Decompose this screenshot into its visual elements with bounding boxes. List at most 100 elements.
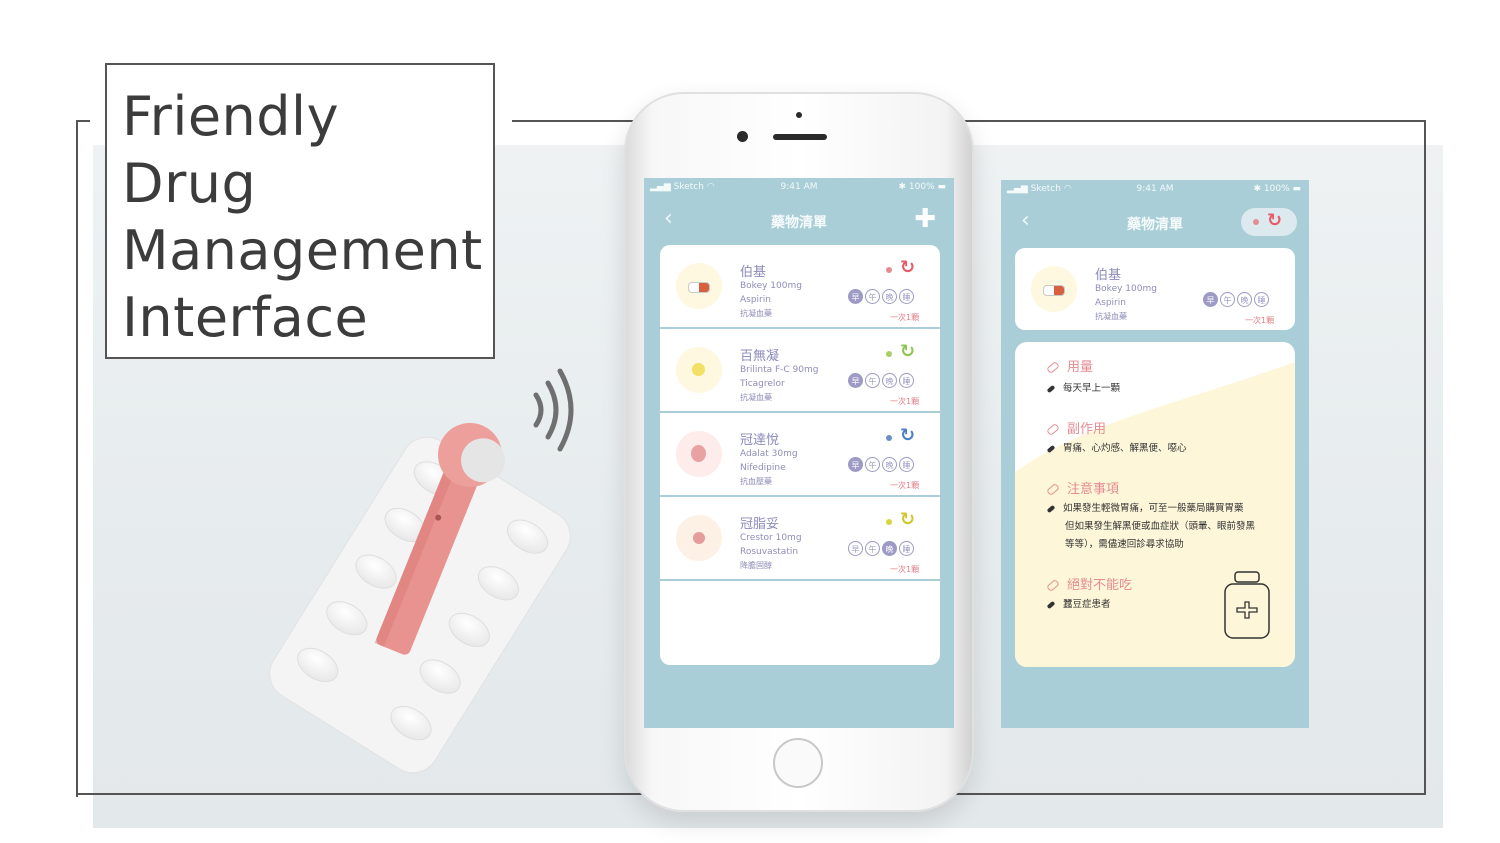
title-line: Friendly (122, 85, 340, 148)
dose-label: 一次1顆 (890, 565, 920, 574)
list-item[interactable]: 冠脂妥 Crestor 10mg Rosuvastatin 降膽固醇 ↻ 早午晚… (660, 497, 940, 581)
page-title: 藥物清單 (771, 215, 827, 231)
pill-bullet-icon (1046, 384, 1056, 393)
frame-line (1424, 120, 1426, 795)
time-slot-morning[interactable]: 早 (848, 541, 863, 556)
time-slot-evening[interactable]: 晚 (882, 457, 897, 472)
title-box: Friendly Drug Management Interface (105, 63, 495, 359)
drug-brand: Bokey 100mg (740, 281, 802, 291)
refresh-icon[interactable]: ↻ (900, 509, 915, 530)
time-slot-morning[interactable]: 早 (848, 457, 863, 472)
drug-brand: Brilinta F-C 90mg (740, 365, 819, 375)
phone-speaker (773, 134, 827, 140)
drug-generic: Ticagrelor (740, 379, 785, 389)
pill-bullet-icon (1046, 444, 1056, 453)
drug-generic: Aspirin (1095, 298, 1126, 308)
dose-label: 一次1顆 (890, 397, 920, 406)
pill-bullet-icon (1046, 504, 1056, 513)
refresh-icon[interactable]: ↻ (900, 257, 915, 278)
time-slot-evening[interactable]: 晚 (882, 541, 897, 556)
time-slot-noon[interactable]: 午 (865, 373, 880, 388)
phone-sensor (796, 112, 802, 118)
pill-bullet-icon (1046, 600, 1056, 609)
drug-name: 伯基 (740, 265, 767, 280)
section-text: 如果發生輕微胃痛，可至一般藥局購買胃藥 (1046, 500, 1244, 518)
list-item[interactable]: 百無凝 Brilinta F-C 90mg Ticagrelor 抗凝血藥 ↻ … (660, 329, 940, 413)
section-text: 蠶豆症患者 (1046, 596, 1111, 614)
drug-category: 抗凝血藥 (740, 309, 772, 318)
time-slot-noon[interactable]: 午 (865, 541, 880, 556)
pill-thumbnail (676, 431, 722, 477)
section-heading-notes: 注意事項 (1046, 478, 1119, 497)
title-line: Interface (122, 286, 369, 349)
section-heading-dosage: 用量 (1046, 356, 1093, 375)
drug-detail-screen: ▂▄▆ Sketch ◠ 9:41 AM ✱ 100% ▬ ‹ 藥物清單 ↻ 伯… (1001, 180, 1309, 728)
drug-name: 冠達悅 (740, 433, 780, 448)
pill-bullet-icon (1046, 422, 1060, 437)
battery-label: ✱ 100% ▬ (898, 182, 946, 192)
pill-thumbnail (676, 263, 722, 309)
time-slot-morning[interactable]: 早 (848, 373, 863, 388)
section-heading-side-effects: 副作用 (1046, 418, 1106, 437)
drug-category: 降膽固醇 (740, 561, 772, 570)
refresh-icon[interactable]: ↻ (900, 341, 915, 362)
pill-thumbnail (676, 347, 722, 393)
time-slot-evening[interactable]: 晚 (882, 373, 897, 388)
medicine-bottle-icon (1224, 571, 1270, 639)
status-dot (886, 435, 892, 441)
drug-category: 抗凝血藥 (1095, 312, 1127, 321)
drug-list-screen: ▂▄▆ Sketch ◠ 9:41 AM ✱ 100% ▬ ‹ 藥物清單 ✚ 伯… (644, 178, 954, 728)
drug-generic: Rosuvastatin (740, 547, 799, 557)
time-slot-bedtime[interactable]: 睡 (1254, 292, 1269, 307)
drug-brand: Adalat 30mg (740, 449, 798, 459)
battery-label: ✱ 100% ▬ (1253, 184, 1301, 194)
phone-camera (737, 131, 748, 142)
drug-generic: Nifedipine (740, 463, 786, 473)
time-slot-bedtime[interactable]: 睡 (899, 373, 914, 388)
drug-generic: Aspirin (740, 295, 771, 305)
time-slots: 早午晚睡 (848, 289, 914, 304)
status-dot (886, 351, 892, 357)
time-slot-evening[interactable]: 晚 (1237, 292, 1252, 307)
pill-thumbnail (676, 515, 722, 561)
list-item[interactable]: 冠達悅 Adalat 30mg Nifedipine 抗血壓藥 ↻ 早午晚睡 一… (660, 413, 940, 497)
drug-list-card: 伯基 Bokey 100mg Aspirin 抗凝血藥 ↻ 早午晚睡 一次1顆 … (660, 245, 940, 665)
pill-bullet-icon (1046, 578, 1060, 593)
frame-line (76, 120, 90, 797)
time-slots: 早午晚睡 (848, 541, 914, 556)
section-text: 胃痛、心灼感、解黑便、噁心 (1046, 440, 1187, 458)
section-text: 但如果發生解黑便或血症狀（頭暈、眼前發黑 (1065, 521, 1256, 532)
section-text: 每天早上一顆 (1046, 380, 1120, 398)
time-slot-bedtime[interactable]: 睡 (899, 457, 914, 472)
home-button[interactable] (773, 738, 823, 788)
refresh-icon[interactable]: ↻ (900, 425, 915, 446)
smart-pill-device-illustration (269, 368, 574, 774)
time-slot-morning[interactable]: 早 (848, 289, 863, 304)
status-dot (886, 519, 892, 525)
section-text: 等等），需儘速回診尋求協助 (1065, 539, 1184, 550)
dose-label: 一次1顆 (1245, 316, 1275, 325)
add-drug-icon[interactable]: ✚ (914, 204, 936, 234)
list-item[interactable]: 伯基 Bokey 100mg Aspirin 抗凝血藥 ↻ 早午晚睡 一次1顆 (660, 245, 940, 329)
dose-label: 一次1顆 (890, 481, 920, 490)
title-line: Drug (122, 152, 257, 215)
nav-bar: ‹ 藥物清單 ↻ (1001, 206, 1309, 238)
drug-category: 抗血壓藥 (740, 477, 772, 486)
drug-name: 百無凝 (740, 349, 780, 364)
time-slot-morning[interactable]: 早 (1203, 292, 1218, 307)
time-slot-bedtime[interactable]: 睡 (899, 541, 914, 556)
time-slot-noon[interactable]: 午 (865, 289, 880, 304)
pill-thumbnail (1031, 266, 1077, 312)
drug-brand: Crestor 10mg (740, 533, 802, 543)
status-dot (886, 267, 892, 273)
time-slot-noon[interactable]: 午 (865, 457, 880, 472)
refresh-toggle[interactable]: ↻ (1241, 208, 1297, 236)
time-slot-bedtime[interactable]: 睡 (899, 289, 914, 304)
time-slots: 早午晚睡 (848, 457, 914, 472)
time-slots: 早午晚睡 (1203, 292, 1269, 307)
pill-bullet-icon (1046, 482, 1060, 497)
status-dot (1253, 219, 1259, 225)
drug-brand: Bokey 100mg (1095, 284, 1157, 294)
time-slot-evening[interactable]: 晚 (882, 289, 897, 304)
time-slot-noon[interactable]: 午 (1220, 292, 1235, 307)
